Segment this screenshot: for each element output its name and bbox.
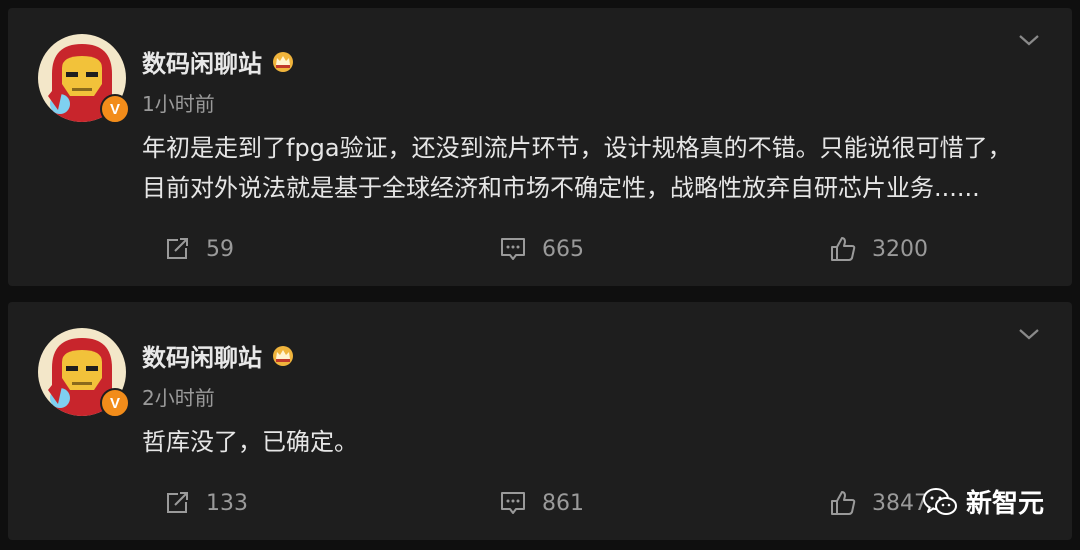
comment-count: 665 [542,236,584,262]
share-button[interactable]: 133 [162,488,248,518]
avatar[interactable]: V [38,34,130,124]
post-card: V 数码闲聊站 2小时前 哲库没了，已确定。 133 861 3847 [8,302,1072,540]
post-text-line: 哲库没了，已确定。 [142,428,358,456]
watermark-text: 新智元 [965,489,1044,519]
post-text: 哲库没了，已确定。 [142,422,1042,462]
like-count: 3200 [872,236,928,262]
wechat-icon [922,487,957,515]
share-icon [167,238,188,259]
chevron-down-icon[interactable] [1016,324,1042,344]
watermark: 新智元 [922,483,1044,520]
comment-icon [501,238,525,260]
crown-icon [273,51,293,72]
comment-button[interactable]: 861 [498,488,584,518]
share-count: 133 [206,490,248,516]
post-text: 年初是走到了fpga验证，还没到流片环节，设计规格真的不错。只能说很可惜了， 目… [142,128,1042,208]
crown-icon [273,345,293,366]
verified-v-icon: V [100,94,130,124]
post-text-line: 目前对外说法就是基于全球经济和市场不确定性，战略性放弃自研芯片业务...... [142,174,980,202]
username-text[interactable]: 数码闲聊站 [142,338,262,373]
like-button[interactable]: 3847 [828,488,928,518]
like-button[interactable]: 3200 [828,234,928,264]
comment-icon [501,492,525,514]
share-button[interactable]: 59 [162,234,234,264]
chevron-down-icon[interactable] [1016,30,1042,50]
thumbs-up-icon [831,491,856,515]
verified-v-icon: V [100,388,130,418]
share-icon [167,492,188,513]
action-bar: 59 665 3200 [8,234,1072,274]
post-text-line: 年初是走到了fpga验证，还没到流片环节，设计规格真的不错。只能说很可惜了， [142,134,1012,162]
username[interactable]: 数码闲聊站 [142,338,296,373]
thumbs-up-icon [831,237,856,261]
username-text[interactable]: 数码闲聊站 [142,44,262,79]
like-count: 3847 [872,490,928,516]
share-count: 59 [206,236,234,262]
post-card: V 数码闲聊站 1小时前 年初是走到了fpga验证，还没到流片环节，设计规格真的… [8,8,1072,286]
action-bar: 133 861 3847 [8,488,1072,528]
comment-button[interactable]: 665 [498,234,584,264]
post-timestamp: 1小时前 [142,92,215,116]
post-timestamp: 2小时前 [142,386,215,410]
avatar[interactable]: V [38,328,130,418]
comment-count: 861 [542,490,584,516]
username[interactable]: 数码闲聊站 [142,44,296,79]
